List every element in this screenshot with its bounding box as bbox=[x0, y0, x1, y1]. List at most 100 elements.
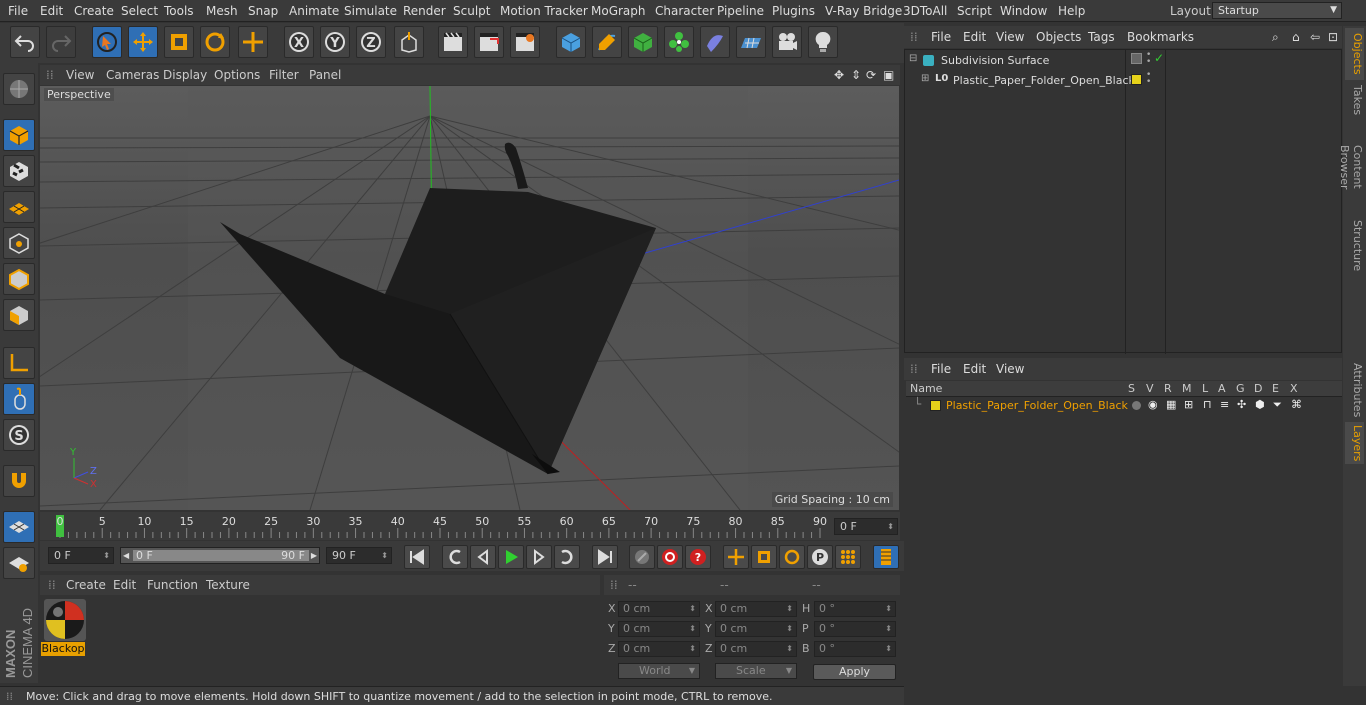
tab-content-browser[interactable]: Content Browser bbox=[1338, 122, 1364, 212]
apply-button[interactable]: Apply bbox=[813, 664, 896, 680]
xref-icon[interactable]: ⌘ bbox=[1291, 398, 1302, 411]
drag-handle-icon[interactable]: ⁞⁞ bbox=[910, 362, 918, 376]
layer-color-swatch[interactable] bbox=[930, 400, 941, 411]
y-axis-icon[interactable]: Y bbox=[320, 26, 350, 58]
animation-icon[interactable]: ≡ bbox=[1220, 398, 1229, 411]
mat-menu-edit[interactable]: Edit bbox=[113, 578, 136, 592]
menu-animate[interactable]: Animate bbox=[289, 4, 339, 18]
size-mode-select[interactable]: Scale ▼ bbox=[715, 663, 797, 679]
menu-motion-tracker[interactable]: Motion Tracker bbox=[500, 4, 588, 18]
tweak-icon[interactable] bbox=[3, 383, 35, 415]
pen-icon[interactable] bbox=[592, 26, 622, 58]
vp-menu-cameras[interactable]: Cameras bbox=[106, 68, 159, 82]
object-row[interactable]: ⊟ Subdivision Surface • • ✓ bbox=[905, 51, 1341, 70]
menu-script[interactable]: Script bbox=[957, 4, 992, 18]
visibility-dots-icon[interactable]: • • bbox=[1146, 71, 1151, 87]
col-name[interactable]: Name bbox=[910, 382, 942, 395]
light-icon[interactable] bbox=[808, 26, 838, 58]
om-menu-objects[interactable]: Objects bbox=[1036, 30, 1081, 44]
vp-menu-panel[interactable]: Panel bbox=[309, 68, 341, 82]
menu-vray-bridge[interactable]: V-Ray Bridge bbox=[825, 4, 902, 18]
scale-icon[interactable] bbox=[164, 26, 194, 58]
col-manager[interactable]: M bbox=[1182, 382, 1192, 395]
vp-menu-filter[interactable]: Filter bbox=[269, 68, 299, 82]
record-disabled-icon[interactable] bbox=[629, 545, 655, 569]
move-add-icon[interactable] bbox=[238, 26, 268, 58]
go-to-start-icon[interactable] bbox=[404, 545, 430, 569]
drag-handle-icon[interactable]: ⁞⁞ bbox=[46, 68, 54, 82]
previous-keyframe-icon[interactable] bbox=[442, 545, 468, 569]
spinner-icon[interactable]: ⬍ bbox=[786, 642, 793, 656]
tab-attributes[interactable]: Attributes bbox=[1345, 360, 1364, 420]
timeline-ruler[interactable]: 0 5 10 15 20 25 30 35 40 45 50 55 60 65 70 75 80 85 90 bbox=[40, 512, 900, 540]
layer-row[interactable]: └ Plastic_Paper_Folder_Open_Black ◉ ▦ ⊞ … bbox=[906, 397, 1342, 415]
rot-h-field[interactable]: 0 ° ⬍ bbox=[814, 601, 896, 617]
key-position-icon[interactable] bbox=[723, 545, 749, 569]
om-menu-file[interactable]: File bbox=[931, 30, 951, 44]
menu-tools[interactable]: Tools bbox=[164, 4, 194, 18]
drag-handle-icon[interactable]: ⁞⁞ bbox=[910, 30, 918, 44]
axis-icon[interactable] bbox=[3, 347, 35, 379]
next-frame-icon[interactable] bbox=[526, 545, 552, 569]
coord-mode-select[interactable]: World ▼ bbox=[618, 663, 700, 679]
generator-icon[interactable]: ✣ bbox=[1237, 398, 1246, 411]
points-mode-icon[interactable] bbox=[3, 227, 35, 259]
menu-pipeline[interactable]: Pipeline bbox=[717, 4, 764, 18]
spinner-icon[interactable]: ⬍ bbox=[885, 602, 892, 616]
om-menu-view[interactable]: View bbox=[996, 30, 1024, 44]
subdivision-icon[interactable] bbox=[628, 26, 658, 58]
expand-icon[interactable]: ⊞ bbox=[921, 73, 929, 84]
size-y-field[interactable]: 0 cm ⬍ bbox=[715, 621, 797, 637]
camera-icon[interactable] bbox=[772, 26, 802, 58]
drag-handle-icon[interactable]: ⁞⁞ bbox=[48, 578, 56, 592]
col-locked[interactable]: L bbox=[1202, 382, 1208, 395]
range-left-arrow-icon[interactable]: ◀ bbox=[123, 548, 129, 563]
polygons-mode-icon[interactable] bbox=[3, 299, 35, 331]
tab-structure[interactable]: Structure bbox=[1345, 218, 1364, 274]
pos-z-field[interactable]: 0 cm ⬍ bbox=[618, 641, 700, 657]
size-x-field[interactable]: 0 cm ⬍ bbox=[715, 601, 797, 617]
select-arrow-icon[interactable] bbox=[92, 26, 122, 58]
menu-mograph[interactable]: MoGraph bbox=[591, 4, 646, 18]
manager-icon[interactable]: ⊞ bbox=[1184, 398, 1193, 411]
menu-select[interactable]: Select bbox=[121, 4, 158, 18]
3d-viewport[interactable]: Y Z X Perspective Grid Spacing : 10 cm bbox=[40, 86, 899, 510]
editor-visibility-icon[interactable] bbox=[1131, 53, 1142, 64]
spinner-icon[interactable]: ⬍ bbox=[381, 548, 388, 563]
mat-menu-function[interactable]: Function bbox=[147, 578, 198, 592]
col-generators[interactable]: G bbox=[1236, 382, 1245, 395]
spinner-icon[interactable]: ⬍ bbox=[885, 622, 892, 636]
key-parameter-icon[interactable]: P bbox=[807, 545, 833, 569]
dolly-view-icon[interactable]: ⇕ bbox=[851, 68, 861, 82]
workplane-icon[interactable] bbox=[3, 191, 35, 223]
enabled-check-icon[interactable]: ✓ bbox=[1154, 51, 1164, 65]
deformer-icon[interactable]: ⬢ bbox=[1255, 398, 1265, 411]
coord-system-icon[interactable] bbox=[394, 26, 424, 58]
render-visibility-icon[interactable]: • • bbox=[1146, 51, 1151, 67]
magnet-icon[interactable] bbox=[3, 465, 35, 497]
spinner-icon[interactable]: ⬍ bbox=[689, 642, 696, 656]
menu-render[interactable]: Render bbox=[403, 4, 446, 18]
current-frame-field[interactable]: 0 F ⬍ bbox=[834, 518, 898, 535]
rotate-view-icon[interactable]: ⟳ bbox=[866, 68, 876, 82]
spinner-icon[interactable]: ⬍ bbox=[786, 602, 793, 616]
spinner-icon[interactable]: ⬍ bbox=[689, 602, 696, 616]
autokey-icon[interactable]: ? bbox=[685, 545, 711, 569]
col-view[interactable]: V bbox=[1146, 382, 1154, 395]
start-frame-field[interactable]: 0 F ⬍ bbox=[48, 547, 114, 564]
snap-settings-icon[interactable] bbox=[3, 547, 35, 579]
model-mode-icon[interactable] bbox=[3, 119, 35, 151]
om-menu-tags[interactable]: Tags bbox=[1088, 30, 1115, 44]
timeline-window-icon[interactable] bbox=[873, 545, 899, 569]
collapse-icon[interactable]: ⊟ bbox=[909, 53, 917, 64]
col-animation[interactable]: A bbox=[1218, 382, 1226, 395]
cloner-icon[interactable] bbox=[664, 26, 694, 58]
menu-mesh[interactable]: Mesh bbox=[206, 4, 238, 18]
menu-character[interactable]: Character bbox=[655, 4, 714, 18]
spinner-icon[interactable]: ⬍ bbox=[103, 548, 110, 563]
col-expressions[interactable]: E bbox=[1272, 382, 1279, 395]
mat-menu-create[interactable]: Create bbox=[66, 578, 106, 592]
menu-edit[interactable]: Edit bbox=[40, 4, 63, 18]
edges-mode-icon[interactable] bbox=[3, 263, 35, 295]
range-right-arrow-icon[interactable]: ▶ bbox=[311, 548, 317, 563]
